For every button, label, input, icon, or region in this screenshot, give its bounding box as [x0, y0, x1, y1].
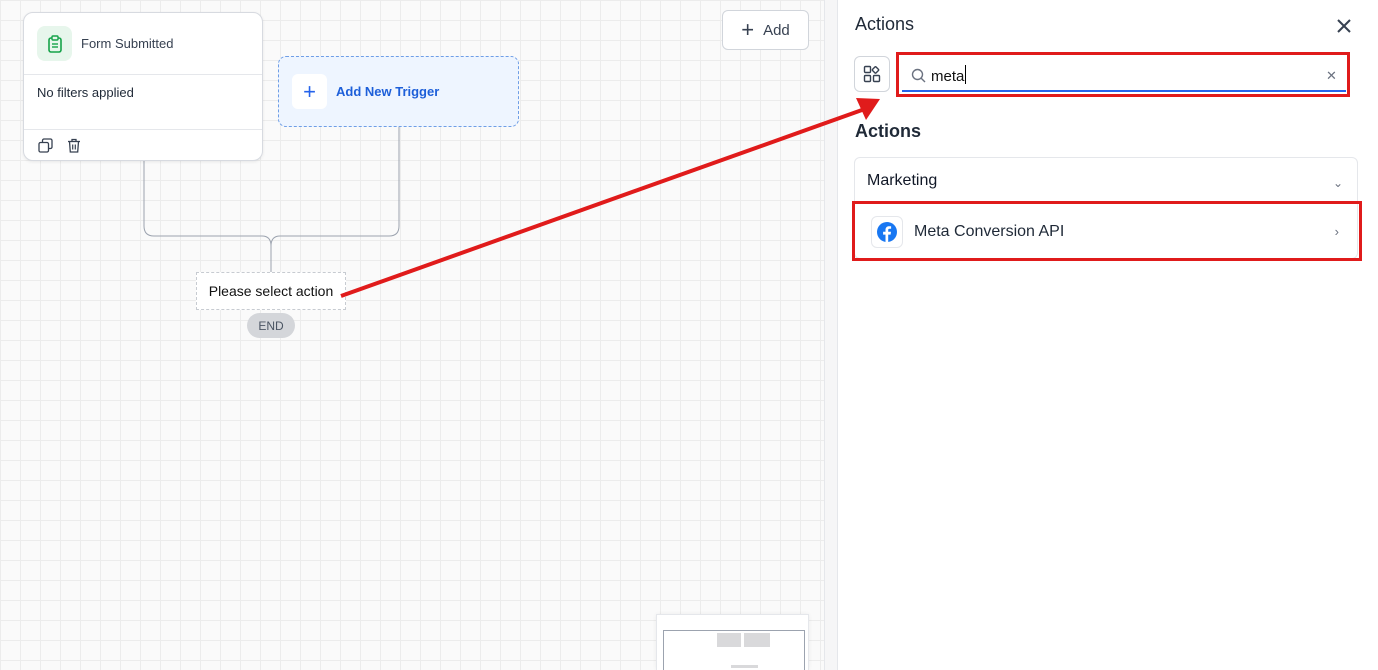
clear-search-icon[interactable]: ✕ [1326, 69, 1337, 82]
plus-icon: + [741, 17, 755, 42]
grid-icon [863, 65, 881, 83]
panel-title: Actions [855, 14, 915, 34]
minimap[interactable] [656, 614, 809, 670]
copy-icon[interactable] [37, 137, 53, 153]
trigger-filters-text: No filters applied [24, 75, 262, 130]
add-new-trigger-button[interactable]: + Add New Trigger [278, 56, 519, 127]
trigger-card-form-submitted[interactable]: Form Submitted No filters applied [23, 12, 263, 161]
select-action-node[interactable]: Please select action [196, 272, 346, 310]
trigger-title: Form Submitted [81, 36, 174, 51]
search-input[interactable] [931, 64, 1311, 88]
category-header-marketing[interactable]: Marketing ⌄ [855, 158, 1357, 203]
trigger-card-header: Form Submitted [24, 13, 262, 75]
app-grid-button[interactable] [854, 56, 890, 92]
text-caret [965, 65, 966, 84]
panel-divider [824, 0, 838, 670]
action-item-label: Meta Conversion API [914, 222, 1065, 240]
trash-icon[interactable] [66, 137, 82, 153]
add-button-label: Add [763, 21, 790, 39]
close-icon[interactable] [1334, 16, 1354, 36]
end-node: END [247, 313, 295, 338]
clipboard-icon [37, 26, 72, 61]
plus-icon: + [292, 74, 327, 109]
chevron-right-icon: › [1334, 224, 1339, 239]
facebook-icon [871, 215, 903, 248]
chevron-down-icon: ⌄ [1332, 176, 1343, 190]
action-item-meta-conversion-api[interactable]: Meta Conversion API › [855, 203, 1359, 260]
workflow-canvas[interactable]: Form Submitted No filters applied + Add … [0, 0, 824, 670]
add-button[interactable]: + Add [722, 10, 809, 50]
actions-panel: Actions ✕ Actions Marketing ⌄ [838, 0, 1378, 670]
search-icon [911, 68, 926, 83]
actions-section-title: Actions [855, 121, 922, 141]
trigger-card-footer [24, 130, 262, 160]
search-field[interactable]: ✕ [902, 60, 1346, 92]
category-marketing: Marketing ⌄ Meta Conversion API › [854, 157, 1358, 259]
category-label: Marketing [867, 171, 938, 189]
add-trigger-label: Add New Trigger [336, 84, 440, 99]
